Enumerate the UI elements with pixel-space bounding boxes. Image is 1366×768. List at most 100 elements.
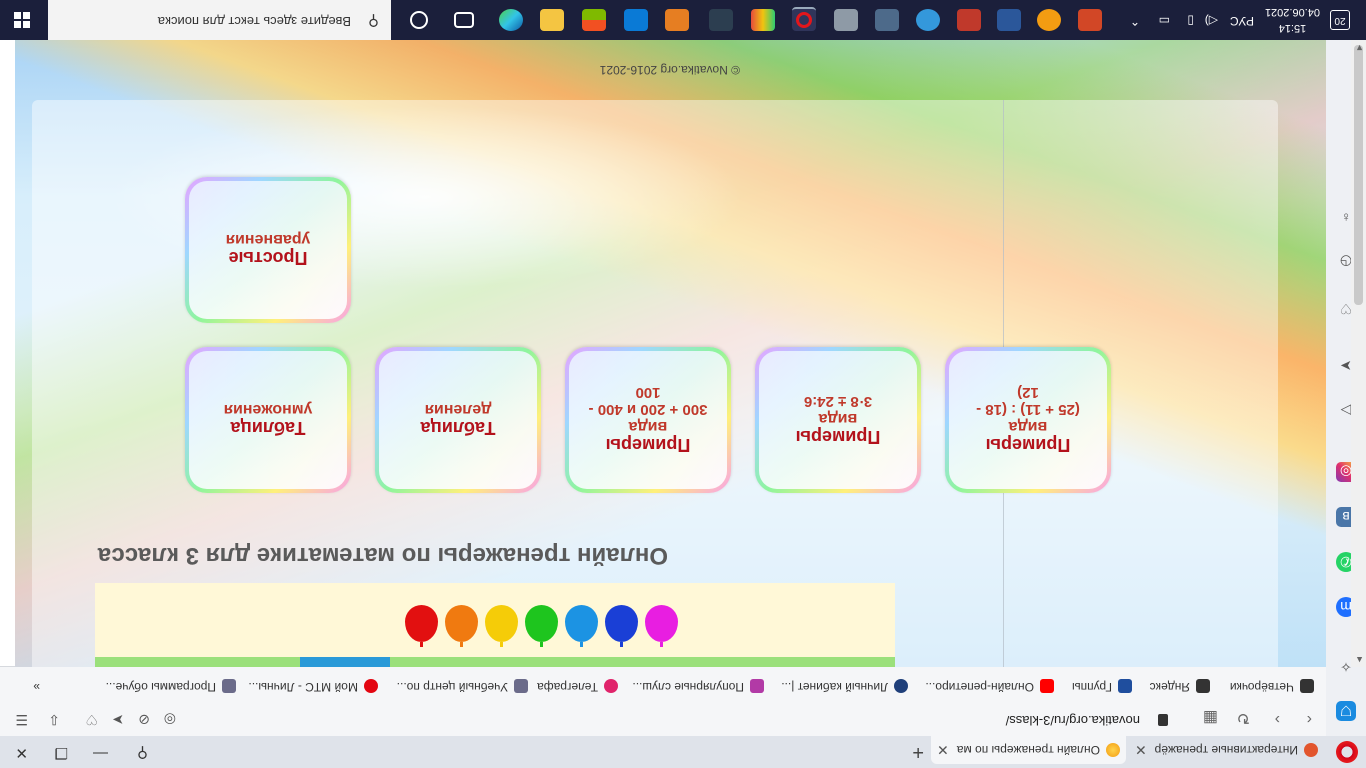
- bookmarks-bar: Четвёрочки Яндекс Группы Онлайн-репетиро…: [0, 666, 1326, 702]
- paint-icon[interactable]: [1037, 9, 1061, 31]
- bookmark-favicon-icon: [364, 679, 378, 693]
- card-title: Таблица: [230, 418, 306, 439]
- tab-online-trainers[interactable]: Онлайн тренажеры по ма ✕: [931, 736, 1126, 764]
- card-division-table[interactable]: Таблица деления: [375, 347, 541, 493]
- bookmark-item[interactable]: Личный кабинет |...: [781, 679, 908, 694]
- search-tabs-icon[interactable]: ⚲: [137, 744, 148, 762]
- reload-icon[interactable]: ↻: [1237, 708, 1250, 728]
- network-icon[interactable]: ▭: [1159, 14, 1170, 28]
- camera-icon[interactable]: ◎: [164, 711, 176, 728]
- edge-icon[interactable]: [499, 9, 523, 31]
- send-icon[interactable]: ➤: [112, 711, 124, 728]
- vpn-shield-icon[interactable]: ⛉: [1336, 701, 1356, 721]
- bookmark-favicon-icon: [1300, 679, 1314, 693]
- maximize-button[interactable]: ❐: [55, 744, 68, 762]
- back-icon[interactable]: ‹: [1307, 710, 1312, 728]
- opera-taskbar-icon[interactable]: [792, 7, 816, 31]
- taskbar-clock[interactable]: 15:14 04.06.2021: [1265, 4, 1320, 36]
- scroll-thumb[interactable]: [1354, 45, 1363, 305]
- bookmark-favicon-icon: [1196, 679, 1210, 693]
- opera-menu-icon[interactable]: [1336, 741, 1358, 763]
- task-view-icon[interactable]: [454, 12, 474, 28]
- card-examples-brackets[interactable]: Примеры вида (25 + 11) : (18 - 12): [945, 347, 1111, 493]
- balloon: [485, 605, 518, 642]
- bookmark-item[interactable]: Четвёрочки: [1230, 679, 1314, 694]
- card-expression: (25 + 11) : (18 -: [976, 401, 1080, 419]
- card-face: Примеры вида (25 + 11) : (18 - 12): [949, 351, 1107, 489]
- easy-setup-icon[interactable]: ☰: [15, 711, 28, 728]
- mail-icon[interactable]: [624, 9, 648, 31]
- card-title: Простые: [228, 248, 308, 269]
- adblock-icon[interactable]: ⊘: [138, 711, 150, 728]
- balloon: [605, 605, 638, 642]
- bookmark-heart-icon[interactable]: ♡: [85, 711, 98, 728]
- calculator-icon[interactable]: [875, 9, 899, 31]
- cards-game-icon[interactable]: [709, 9, 733, 31]
- powerpoint-icon[interactable]: [1078, 9, 1102, 31]
- card-subtitle: вида: [818, 410, 858, 427]
- bookmark-favicon-icon: [750, 679, 764, 693]
- url-field[interactable]: novatika.org/ru/3-klass/: [1006, 713, 1140, 728]
- search-placeholder: Введите здесь текст для поиска: [157, 14, 351, 29]
- card-simple-equations[interactable]: Простые уравнения: [185, 177, 351, 323]
- balloons-decoration: [398, 600, 678, 642]
- close-icon[interactable]: ✕: [937, 736, 949, 764]
- card-multiplication-table[interactable]: Таблица умножения: [185, 347, 351, 493]
- file-explorer-icon[interactable]: [540, 9, 564, 31]
- battery-icon[interactable]: ▯: [1187, 14, 1194, 28]
- cortana-icon[interactable]: [410, 11, 428, 29]
- colorful-app-icon[interactable]: [751, 9, 775, 31]
- web-page: Онлайн тренажеры по математике для 3 кла…: [15, 40, 1326, 667]
- media-icon[interactable]: [665, 9, 689, 31]
- tab-favicon-icon: [1304, 743, 1318, 757]
- bookmark-item[interactable]: Учебный центр по...: [397, 679, 528, 694]
- card-expression: 3·8 ± 24:6: [803, 393, 873, 410]
- windows-taskbar: ⚲ Введите здесь текст для поиска ⌃ ▭ ▯ ◁…: [0, 0, 1366, 40]
- card-face: Таблица умножения: [189, 351, 347, 489]
- bookmark-item[interactable]: Популярные слуш...: [632, 679, 764, 694]
- store-icon[interactable]: [582, 9, 606, 31]
- clock-app-icon[interactable]: [916, 9, 940, 31]
- download-icon[interactable]: ⇩: [48, 711, 60, 728]
- card-subtitle: вида: [1008, 418, 1048, 436]
- word-icon[interactable]: [997, 9, 1021, 31]
- bookmark-item[interactable]: Группы: [1072, 679, 1132, 694]
- notifications-icon[interactable]: 20: [1330, 10, 1350, 30]
- windows-start-icon[interactable]: [14, 12, 30, 28]
- bookmark-favicon-icon: [894, 679, 908, 693]
- tab-label: Интерактивные тренажёр: [1154, 743, 1298, 757]
- card-subtitle: вида: [628, 418, 668, 436]
- bookmark-item[interactable]: Мой МТС - Личны...: [248, 679, 378, 694]
- clock-time: 15:14: [1278, 22, 1307, 34]
- page-scrollbar[interactable]: ▲ ▼: [1351, 40, 1366, 667]
- tab-favicon-icon: [1106, 743, 1120, 757]
- new-tab-button[interactable]: +: [912, 740, 924, 763]
- scanner-icon[interactable]: [834, 9, 858, 31]
- forward-icon[interactable]: ›: [1275, 710, 1280, 728]
- tab-bar: Интерактивные тренажёр ✕ Онлайн тренажер…: [0, 736, 1366, 768]
- bookmark-item[interactable]: Телеграфа: [537, 679, 618, 694]
- lock-icon: [1158, 714, 1168, 726]
- balloon: [645, 605, 678, 642]
- recorder-icon[interactable]: [957, 9, 981, 31]
- minimize-button[interactable]: —: [93, 745, 108, 762]
- volume-icon[interactable]: ◁): [1205, 14, 1218, 28]
- close-icon[interactable]: ✕: [1135, 736, 1147, 764]
- more-bookmarks-icon[interactable]: »: [33, 680, 40, 694]
- bookmark-item[interactable]: Яндекс: [1150, 679, 1210, 694]
- tab-interactive-trainers[interactable]: Интерактивные тренажёр ✕: [1129, 736, 1324, 764]
- card-examples-3x8[interactable]: Примеры вида 3·8 ± 24:6: [755, 347, 921, 493]
- card-expression: 100: [635, 384, 661, 402]
- taskbar-search-box[interactable]: ⚲ Введите здесь текст для поиска: [48, 0, 391, 40]
- speed-dial-icon[interactable]: ▦: [1203, 708, 1218, 728]
- bookmark-item[interactable]: Онлайн-репетиро...: [925, 679, 1054, 694]
- tray-chevron-icon[interactable]: ⌃: [1130, 14, 1140, 28]
- scroll-down-icon[interactable]: ▼: [1355, 43, 1364, 53]
- language-indicator[interactable]: РУС: [1230, 14, 1254, 28]
- card-title: Примеры: [795, 427, 881, 447]
- close-window-button[interactable]: ✕: [15, 744, 28, 762]
- scroll-up-icon[interactable]: ▲: [1355, 655, 1364, 665]
- card-examples-300-200[interactable]: Примеры вида 300 + 200 и 400 - 100: [565, 347, 731, 493]
- bookmark-item[interactable]: Программы обуче...: [106, 679, 236, 694]
- card-title: Примеры: [605, 435, 691, 456]
